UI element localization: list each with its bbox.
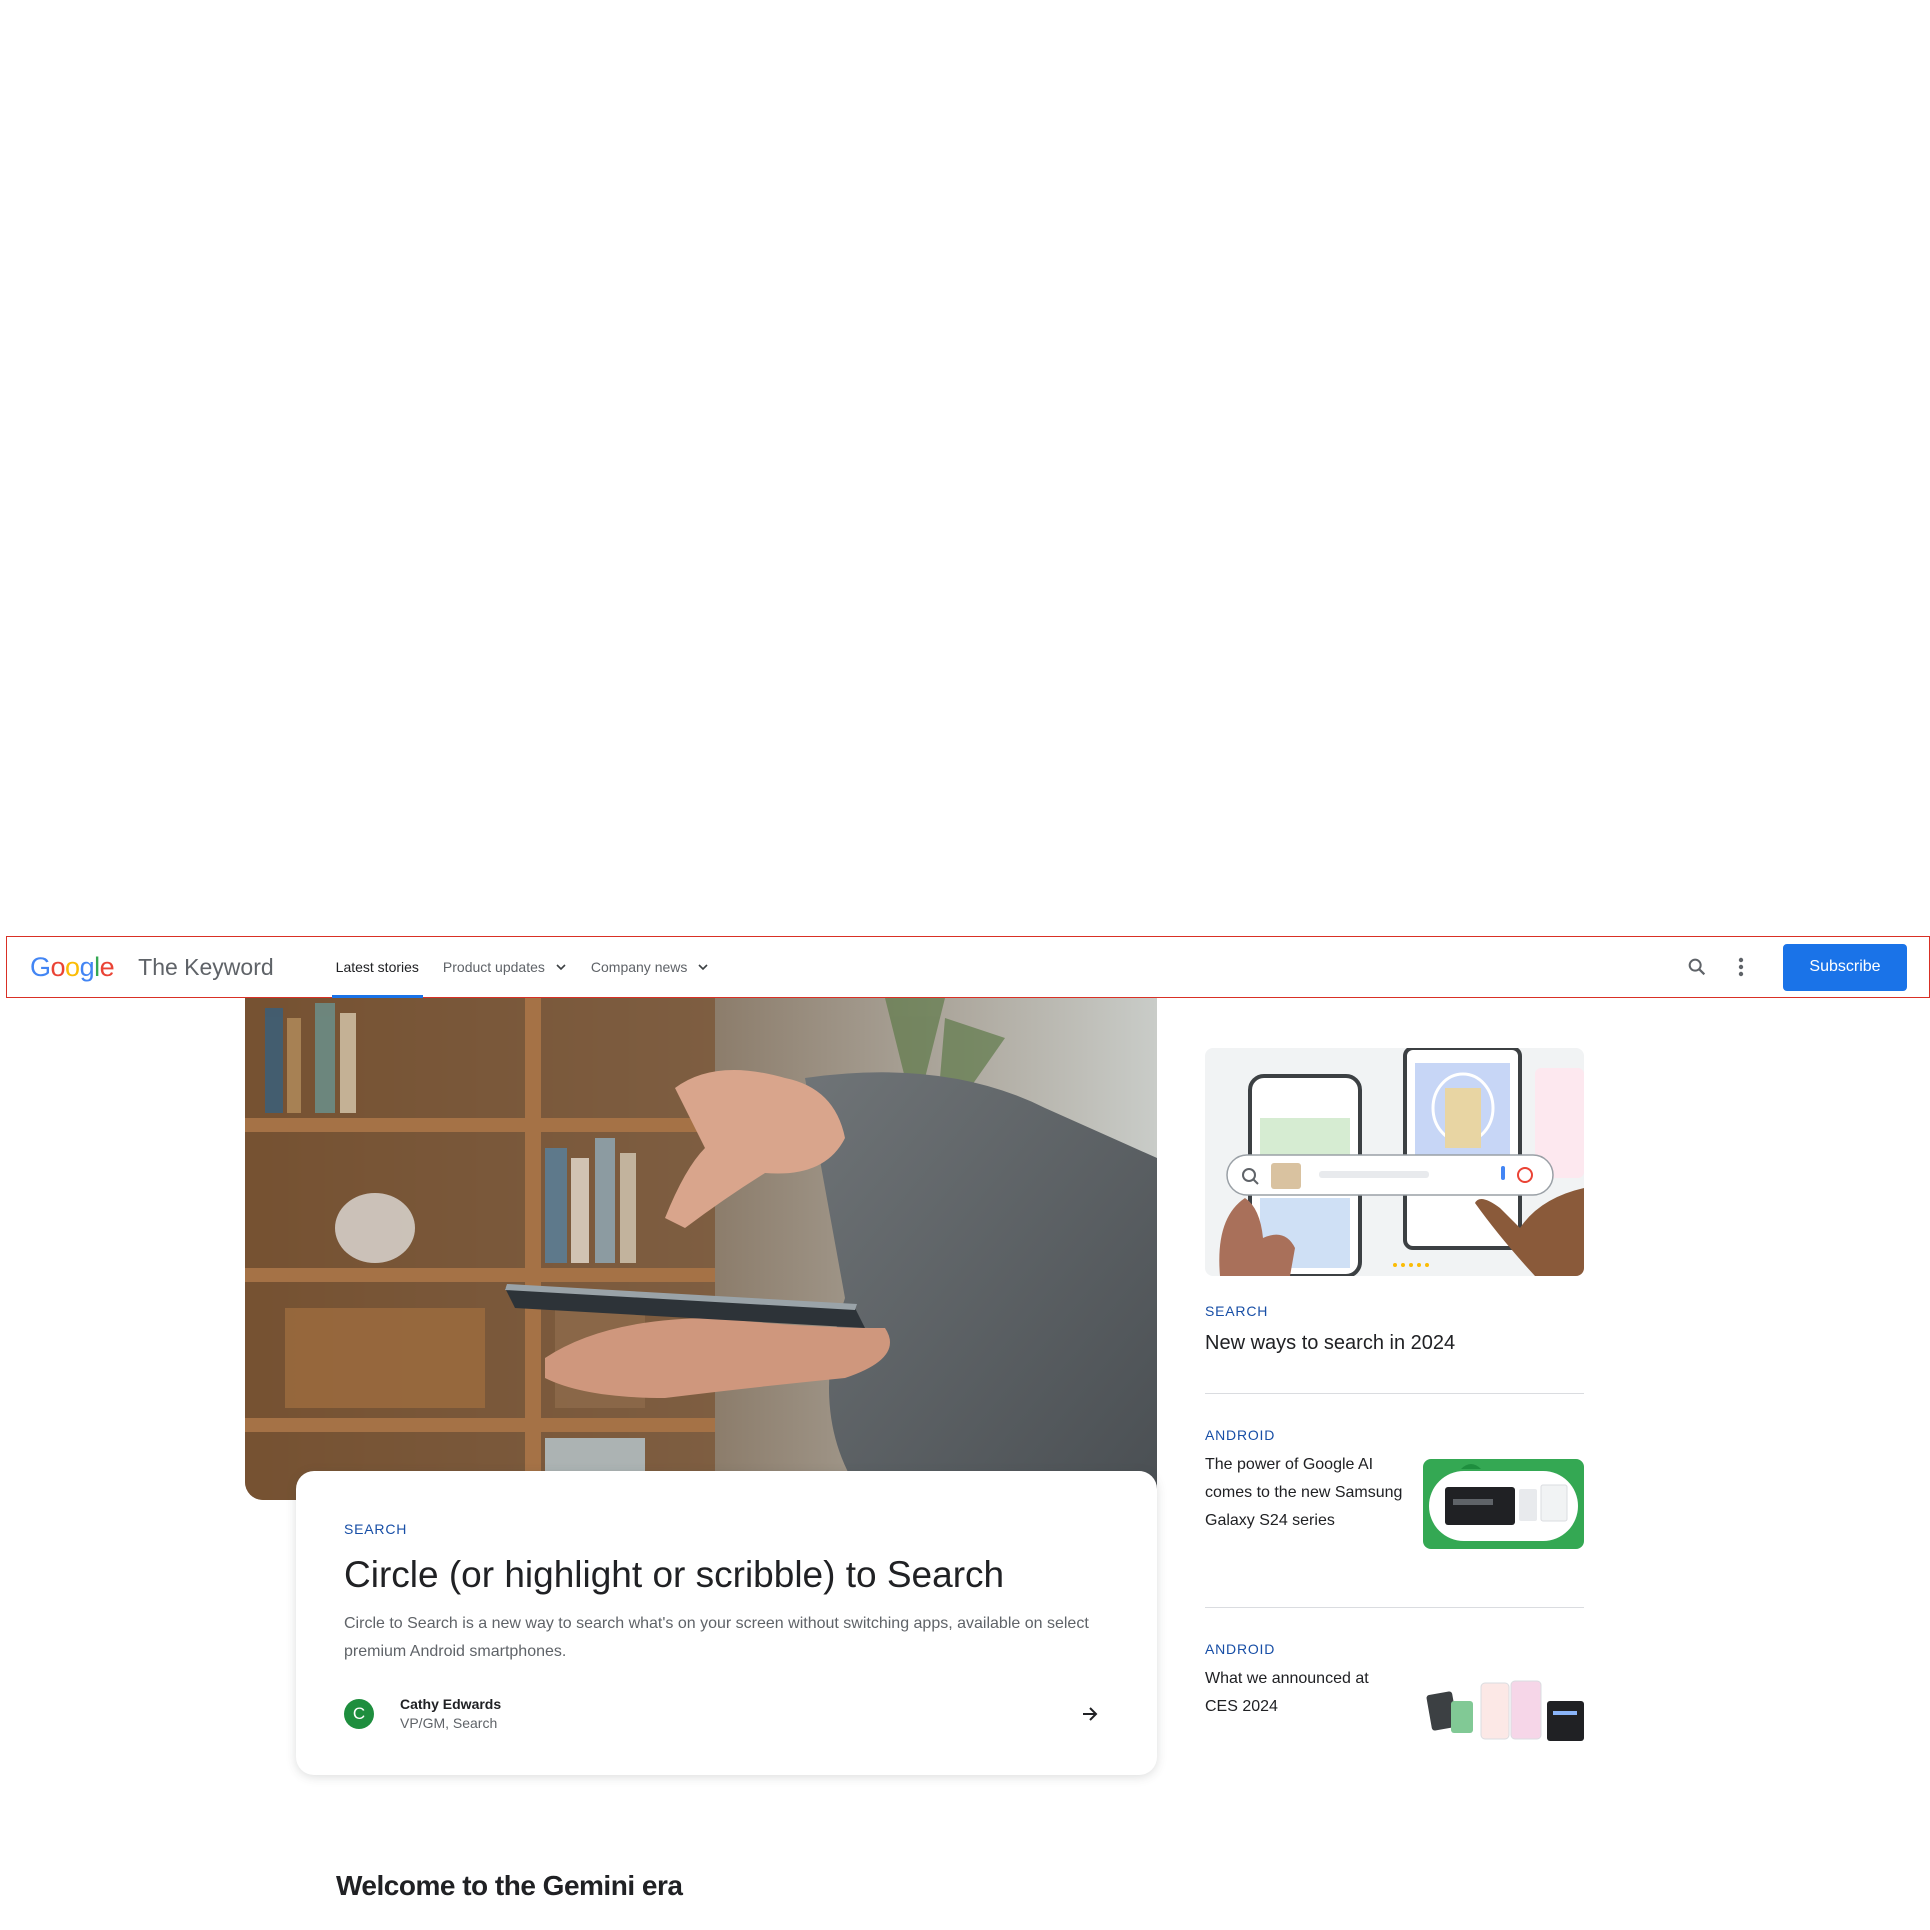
side-item-eyebrow[interactable]: ANDROID bbox=[1205, 1641, 1405, 1657]
side-item-thumbnail[interactable] bbox=[1423, 1671, 1584, 1761]
author-row: C Cathy Edwards VP/GM, Search bbox=[344, 1696, 1109, 1731]
author-role: VP/GM, Search bbox=[400, 1715, 498, 1731]
side-feature-eyebrow[interactable]: SEARCH bbox=[1205, 1303, 1584, 1319]
author-name: Cathy Edwards bbox=[400, 1696, 502, 1712]
primary-nav: Latest stories Product updates Company n… bbox=[331, 937, 730, 998]
site-header: Google The Keyword Latest stories Produc… bbox=[6, 936, 1930, 998]
ces-thumbnail bbox=[1423, 1671, 1584, 1761]
site-title: The Keyword bbox=[138, 953, 274, 980]
side-item-text: ANDROID What we announced at CES 2024 bbox=[1205, 1641, 1405, 1721]
side-item-thumbnail[interactable] bbox=[1423, 1459, 1584, 1549]
nav-company-news[interactable]: Company news bbox=[587, 937, 714, 997]
google-logo: Google bbox=[30, 951, 115, 982]
divider bbox=[1205, 1393, 1584, 1394]
divider bbox=[1205, 1607, 1584, 1608]
more-options-button[interactable] bbox=[1723, 949, 1759, 985]
arrow-right-icon bbox=[1083, 1706, 1098, 1721]
nav-label: Latest stories bbox=[335, 959, 419, 975]
side-item-samsung[interactable]: ANDROID The power of Google AI comes to … bbox=[1205, 1427, 1584, 1549]
logo-link[interactable]: Google The Keyword bbox=[30, 952, 274, 983]
chevron-down-icon bbox=[556, 964, 566, 971]
side-item-eyebrow[interactable]: ANDROID bbox=[1205, 1427, 1405, 1443]
nav-latest-stories[interactable]: Latest stories bbox=[331, 937, 424, 998]
hero-description: Circle to Search is a new way to search … bbox=[344, 1615, 1089, 1660]
side-item-title[interactable]: The power of Google AI comes to the new … bbox=[1205, 1451, 1405, 1535]
header-actions: Subscribe bbox=[1679, 943, 1929, 991]
side-item-title[interactable]: What we announced at CES 2024 bbox=[1205, 1665, 1405, 1721]
more-vert-icon bbox=[1738, 957, 1744, 977]
subscribe-button[interactable]: Subscribe bbox=[1783, 943, 1907, 991]
hero-image[interactable] bbox=[245, 998, 1157, 1500]
search-illustration bbox=[1205, 1048, 1584, 1276]
hero-photo bbox=[245, 998, 1157, 1500]
side-item-text: ANDROID The power of Google AI comes to … bbox=[1205, 1427, 1405, 1535]
chevron-down-icon bbox=[698, 964, 708, 971]
search-icon bbox=[1688, 958, 1706, 976]
avatar: C bbox=[344, 1698, 374, 1729]
section-title: Welcome to the Gemini era bbox=[336, 1870, 683, 1901]
nav-label: Company news bbox=[590, 959, 688, 975]
hero-eyebrow[interactable]: SEARCH bbox=[344, 1521, 1109, 1537]
read-more-button[interactable] bbox=[1075, 1699, 1105, 1729]
side-feature-image[interactable] bbox=[1205, 1048, 1584, 1276]
author-info: Cathy Edwards VP/GM, Search bbox=[400, 1696, 501, 1731]
hero-title[interactable]: Circle (or highlight or scribble) to Sea… bbox=[344, 1552, 1109, 1598]
side-item-ces[interactable]: ANDROID What we announced at CES 2024 bbox=[1205, 1641, 1584, 1761]
search-button[interactable] bbox=[1679, 949, 1715, 985]
side-feature-title[interactable]: New ways to search in 2024 bbox=[1205, 1329, 1584, 1357]
nav-product-updates[interactable]: Product updates bbox=[439, 937, 571, 997]
hero-card[interactable]: SEARCH Circle (or highlight or scribble)… bbox=[296, 1471, 1157, 1775]
samsung-thumbnail bbox=[1423, 1459, 1584, 1549]
nav-label: Product updates bbox=[442, 959, 545, 975]
side-feature-card[interactable]: SEARCH New ways to search in 2024 bbox=[1205, 1048, 1584, 1357]
